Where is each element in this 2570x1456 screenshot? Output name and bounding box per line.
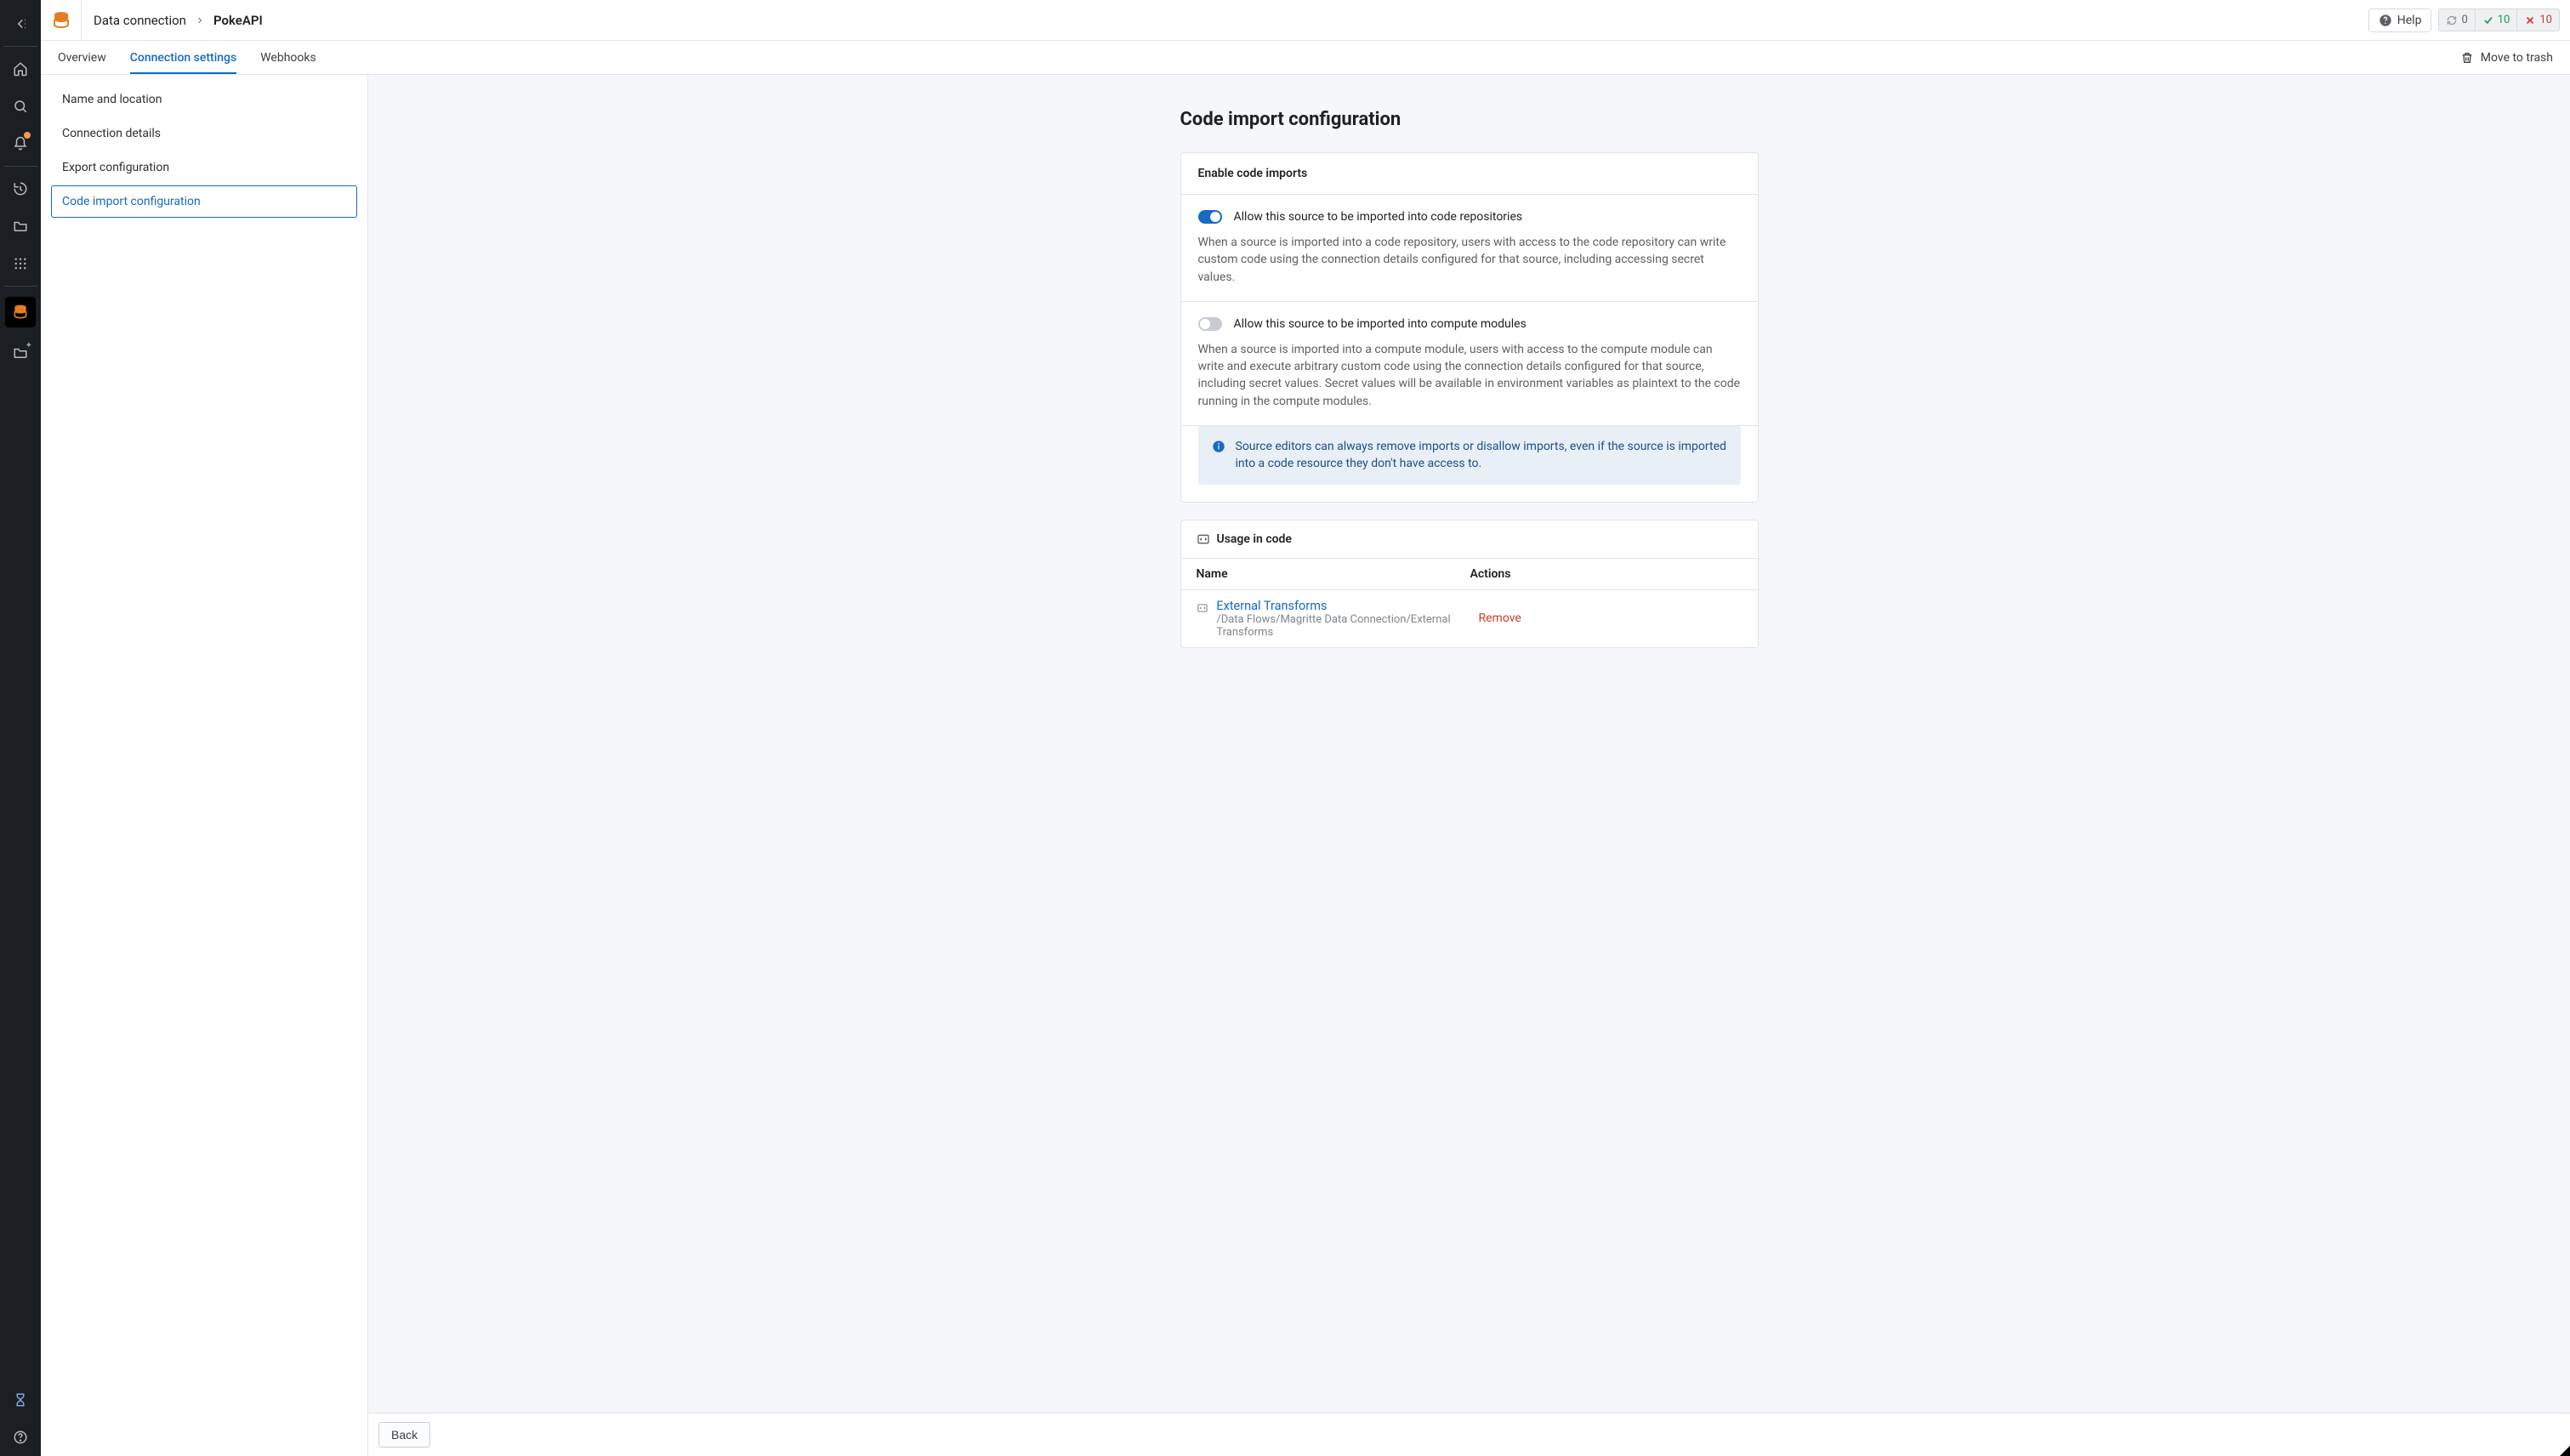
toggle-compute-section: Allow this source to be imported into co… [1181,302,1758,426]
code-icon [1197,601,1208,615]
toggle-repo-switch[interactable] [1198,210,1222,224]
move-to-trash-label: Move to trash [2481,51,2553,65]
sidenav-code-import-config[interactable]: Code import configuration [51,185,357,218]
breadcrumb-parent[interactable]: Data connection [94,13,186,28]
folder-open-icon[interactable]: ✦ [5,338,36,368]
tabs-bar: Overview Connection settings Webhooks Mo… [41,41,2570,75]
stat-sync-value: 0 [2461,14,2467,26]
toggle-repo-section: Allow this source to be imported into co… [1181,195,1758,302]
app-logo[interactable] [41,0,82,41]
header-bar: Data connection PokeAPI Help 0 10 [41,0,2570,41]
notifications-icon[interactable] [5,128,36,159]
help-button[interactable]: Help [2368,9,2432,32]
breadcrumb: Data connection PokeAPI [94,13,263,28]
menu-collapse-icon[interactable] [5,9,36,39]
status-counts: 0 10 10 [2438,9,2560,31]
footer-bar: Back [368,1413,2570,1456]
notification-dot [24,132,31,139]
chevron-right-icon [195,15,205,26]
usage-row: External Transforms /Data Flows/Magritte… [1181,590,1758,647]
code-icon [1197,532,1210,546]
resize-corner-icon [2560,1446,2570,1456]
toggle-compute-switch[interactable] [1198,317,1222,331]
history-icon[interactable] [5,173,36,204]
info-callout-text: Source editors can always remove imports… [1236,438,1727,473]
stat-ok[interactable]: 10 [2476,9,2518,31]
breadcrumb-current: PokeAPI [213,13,263,28]
usage-columns: Name Actions [1181,559,1758,590]
tab-webhooks[interactable]: Webhooks [260,42,316,74]
usage-in-code-card: Usage in code Name Actions External Tran… [1180,520,1759,648]
content-scroll: Code import configuration Enable code im… [368,75,2570,1456]
search-icon[interactable] [5,91,36,122]
tab-overview[interactable]: Overview [58,42,106,74]
tab-connection-settings[interactable]: Connection settings [130,42,236,74]
sidenav-name-location[interactable]: Name and location [51,83,357,116]
stat-err[interactable]: 10 [2517,9,2560,31]
enable-imports-header: Enable code imports [1181,153,1758,195]
home-icon[interactable] [5,54,36,84]
usage-row-name[interactable]: External Transforms [1216,599,1470,613]
info-icon [1212,440,1225,473]
col-actions: Actions [1470,567,1743,581]
usage-header-text: Usage in code [1217,532,1292,546]
stat-sync[interactable]: 0 [2438,9,2475,31]
folder-icon[interactable] [5,211,36,242]
remove-button[interactable]: Remove [1479,611,1521,625]
usage-header: Usage in code [1181,520,1758,559]
col-name: Name [1197,567,1470,581]
toggle-compute-desc: When a source is imported into a compute… [1198,341,1741,410]
page-title: Code import configuration [1180,109,1759,130]
toggle-repo-desc: When a source is imported into a code re… [1198,234,1741,286]
sidenav-export-config[interactable]: Export configuration [51,151,357,184]
apps-grid-icon[interactable] [5,248,36,279]
stat-ok-value: 10 [2498,14,2510,26]
body: Name and location Connection details Exp… [41,75,2570,1456]
toggle-compute-label: Allow this source to be imported into co… [1234,317,1527,331]
app-rail: ✦ [0,0,41,1456]
move-to-trash-button[interactable]: Move to trash [2460,51,2553,65]
info-callout: Source editors can always remove imports… [1198,426,1741,485]
help-rail-icon[interactable] [5,1422,36,1453]
toggle-repo-label: Allow this source to be imported into co… [1234,210,1523,224]
hourglass-icon[interactable] [5,1385,36,1415]
back-button[interactable]: Back [378,1422,430,1447]
usage-row-path: /Data Flows/Magritte Data Connection/Ext… [1216,613,1470,639]
sidenav-connection-details[interactable]: Connection details [51,117,357,150]
main-area: Data connection PokeAPI Help 0 10 [41,0,2570,1456]
settings-sidenav: Name and location Connection details Exp… [41,75,368,1456]
stat-err-value: 10 [2539,14,2552,26]
database-app-icon[interactable] [5,297,36,327]
enable-imports-card: Enable code imports Allow this source to… [1180,152,1759,503]
help-label: Help [2397,14,2422,27]
